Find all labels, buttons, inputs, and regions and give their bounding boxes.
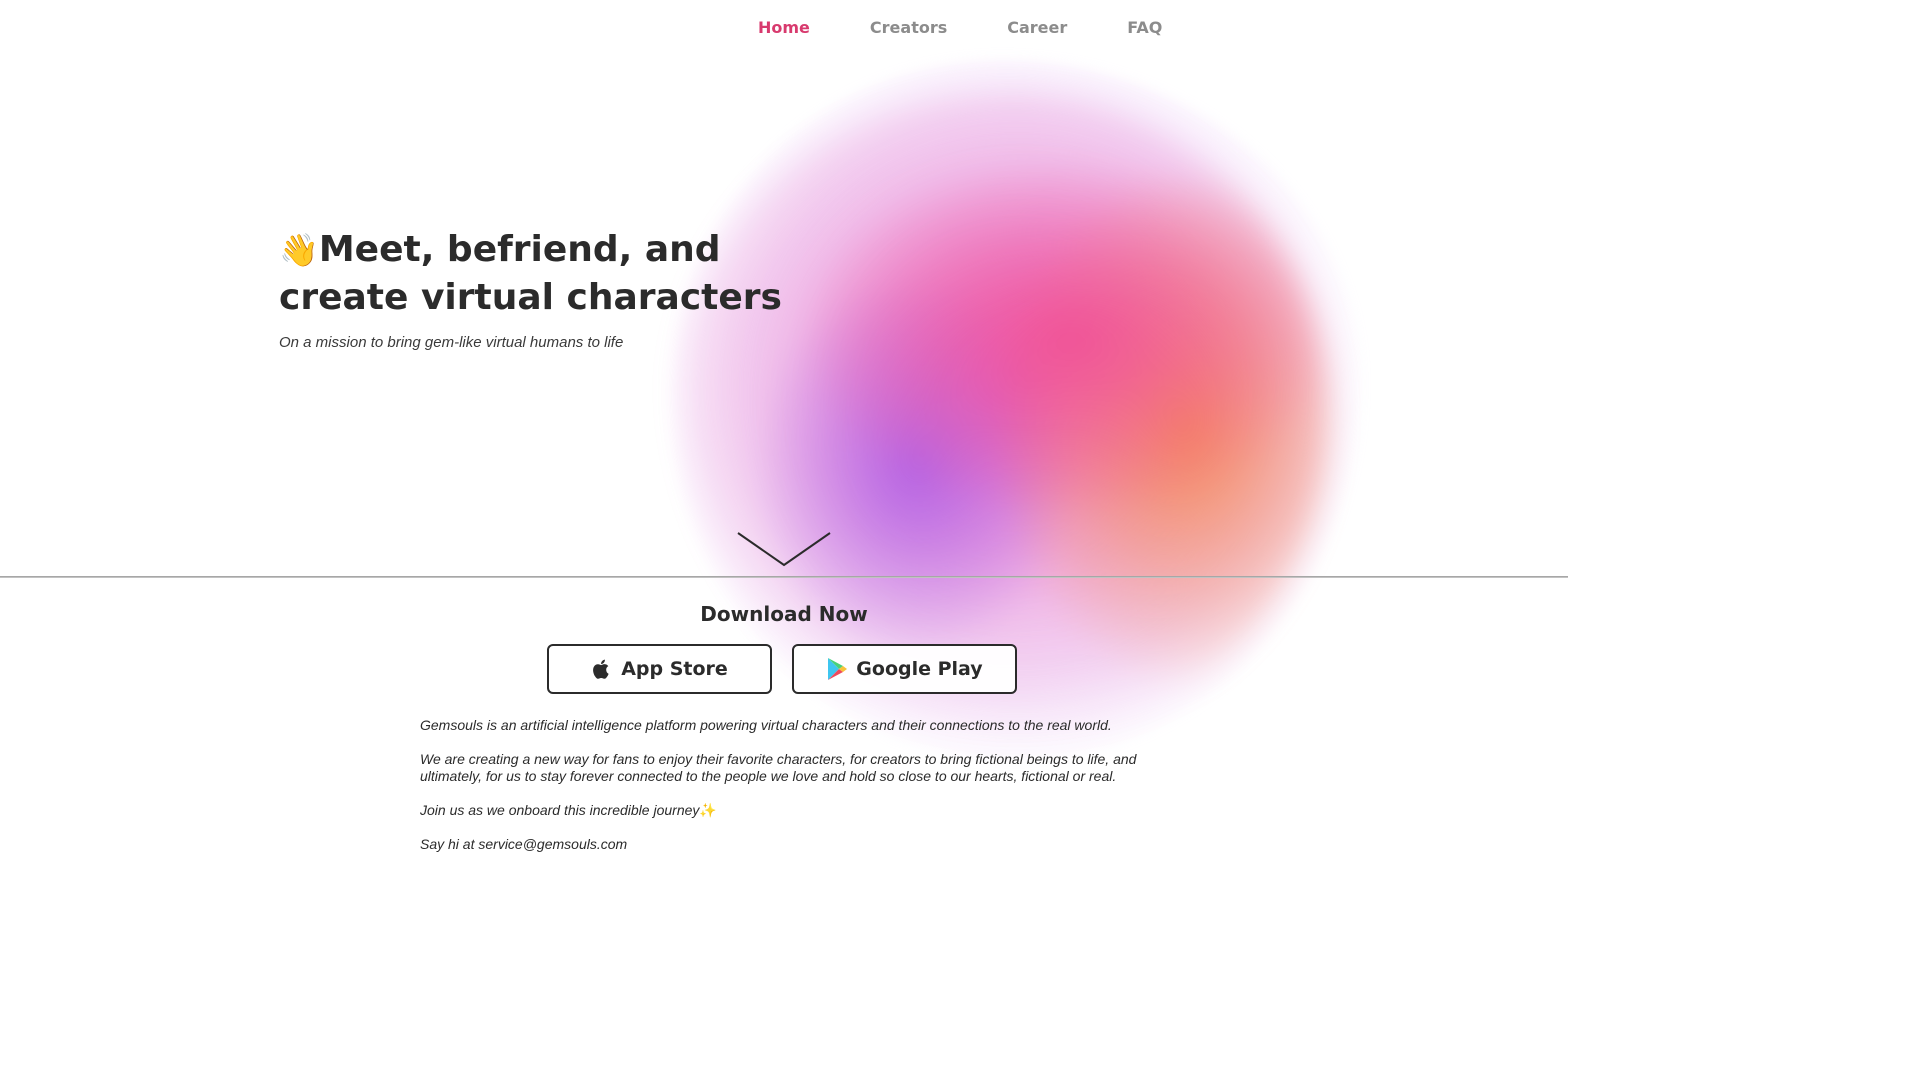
store-buttons: App Store Google Play — [547, 644, 1017, 694]
hero-title: 👋Meet, befriend, and create virtual char… — [279, 226, 799, 322]
about-paragraph-3-text: Join us as we onboard this incredible jo… — [420, 802, 700, 818]
google-play-icon — [828, 658, 848, 680]
hero-section: 👋Meet, befriend, and create virtual char… — [279, 226, 799, 351]
nav-item-home[interactable]: Home — [758, 18, 810, 37]
about-contact[interactable]: Say hi at service@gemsouls.com — [420, 836, 1150, 853]
hero-subtitle: On a mission to bring gem-like virtual h… — [279, 334, 624, 351]
nav-item-faq[interactable]: FAQ — [1127, 18, 1162, 37]
about-paragraph-2: We are creating a new way for fans to en… — [420, 751, 1137, 784]
google-play-label: Google Play — [856, 658, 983, 680]
about-text: Gemsouls is an artificial intelligence p… — [420, 717, 1150, 870]
hero-title-line2: create virtual characters — [279, 277, 782, 318]
about-paragraph-1: Gemsouls is an artificial intelligence p… — [420, 717, 1112, 733]
download-heading: Download Now — [700, 602, 868, 626]
scroll-down-chevron-icon[interactable] — [736, 530, 832, 570]
section-divider — [0, 576, 1568, 578]
sparkle-icon: ✨ — [699, 802, 717, 818]
app-store-button[interactable]: App Store — [547, 644, 772, 694]
page: Home Creators Career FAQ 👋Meet, befriend… — [0, 0, 1568, 882]
top-nav: Home Creators Career FAQ — [758, 18, 1162, 37]
apple-icon — [593, 659, 609, 679]
hero-title-line1: Meet, befriend, and — [318, 229, 721, 270]
app-store-label: App Store — [621, 658, 728, 680]
about-paragraph-3: Join us as we onboard this incredible jo… — [420, 802, 1150, 819]
blob-core — [680, 90, 1330, 740]
nav-item-creators[interactable]: Creators — [870, 18, 947, 37]
google-play-button[interactable]: Google Play — [792, 644, 1017, 694]
waving-hand-icon: 👋 — [279, 231, 319, 269]
nav-item-career[interactable]: Career — [1007, 18, 1067, 37]
